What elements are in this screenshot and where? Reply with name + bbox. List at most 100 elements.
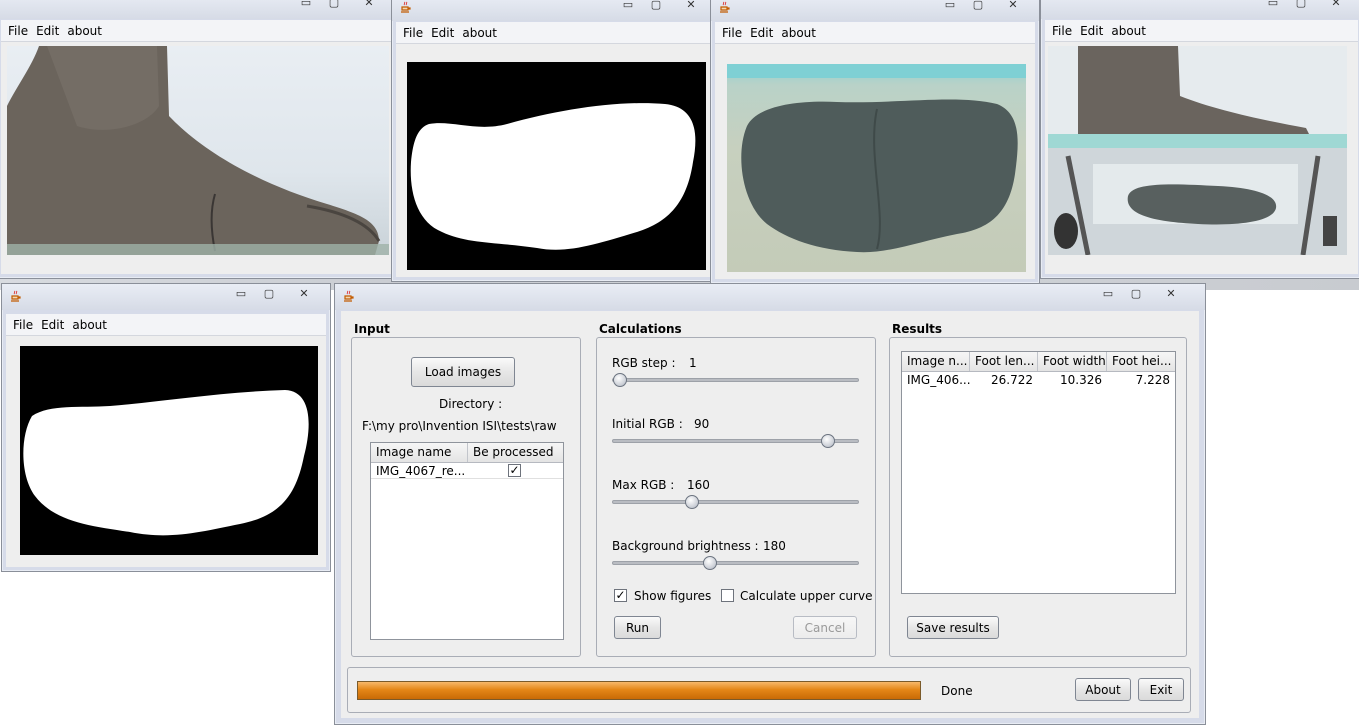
slider-thumb[interactable] (703, 556, 718, 570)
minimize-icon[interactable]: ▭ (1095, 285, 1121, 302)
column-header[interactable]: Be processed (468, 443, 563, 462)
show-figures-label[interactable]: Show figures (634, 589, 711, 603)
result-cell: 26.722 (991, 373, 1033, 387)
maximize-icon[interactable]: ▢ (256, 285, 282, 302)
minimize-icon[interactable]: ▭ (1260, 0, 1286, 11)
rgb-step-label: RGB step : (612, 356, 676, 370)
menu-edit[interactable]: Edit (427, 26, 458, 40)
menu-edit[interactable]: Edit (37, 318, 68, 332)
input-title: Input (354, 322, 390, 336)
image-panel (396, 44, 713, 277)
result-cell: IMG_406... (907, 373, 970, 387)
menu-file[interactable]: File (4, 24, 32, 38)
menu-edit[interactable]: Edit (1076, 24, 1107, 38)
slider-thumb[interactable] (820, 434, 835, 448)
result-cell: 7.228 (1135, 373, 1170, 387)
title-bar[interactable]: ▭ ▢ ✕ (392, 0, 717, 21)
upper-curve-checkbox[interactable] (721, 589, 734, 602)
side-view-window: ▭ ▢ ✕ File Edit about (0, 0, 396, 279)
menu-bar: File Edit about (396, 22, 713, 44)
maximize-icon[interactable]: ▢ (643, 0, 669, 13)
menu-file[interactable]: File (1048, 24, 1076, 38)
load-images-button[interactable]: Load images (411, 357, 515, 387)
main-window: ▭ ▢ ✕ Input Load images Directory : F:\m… (334, 283, 1206, 725)
menu-about[interactable]: about (777, 26, 820, 40)
menu-file[interactable]: File (718, 26, 746, 40)
minimize-icon[interactable]: ▭ (615, 0, 641, 13)
slider-thumb[interactable] (684, 495, 699, 509)
table-row[interactable]: IMG_406... 26.722 10.326 7.228 (902, 372, 1175, 388)
title-bar[interactable]: ▭ ▢ ✕ (1041, 0, 1359, 19)
result-cell: 10.326 (1060, 373, 1102, 387)
menu-about[interactable]: about (63, 24, 106, 38)
minimize-icon[interactable]: ▭ (293, 0, 319, 11)
menu-about[interactable]: about (1107, 24, 1150, 38)
image-panel (1045, 42, 1358, 274)
close-icon[interactable]: ✕ (993, 0, 1033, 13)
be-processed-checkbox[interactable]: ✓ (508, 464, 521, 477)
upper-curve-label[interactable]: Calculate upper curve (740, 589, 872, 603)
rgb-step-slider[interactable] (612, 372, 859, 388)
directory-label: Directory : (439, 397, 503, 411)
title-bar[interactable]: ▭ ▢ ✕ (0, 0, 395, 19)
slider-track (612, 561, 859, 565)
menu-about[interactable]: about (458, 26, 501, 40)
title-bar[interactable]: ▭ ▢ ✕ (2, 284, 330, 310)
image-panel (6, 336, 326, 567)
initial-rgb-slider[interactable] (612, 433, 859, 449)
title-bar[interactable]: ▭ ▢ ✕ (711, 0, 1039, 21)
java-icon (344, 290, 354, 302)
menu-file[interactable]: File (399, 26, 427, 40)
foot-sole-photo (727, 64, 1026, 272)
menu-bar: File Edit about (1045, 20, 1358, 42)
menu-edit[interactable]: Edit (746, 26, 777, 40)
exit-button[interactable]: Exit (1138, 678, 1184, 701)
minimize-icon[interactable]: ▭ (937, 0, 963, 13)
slider-track (612, 500, 859, 504)
menu-edit[interactable]: Edit (32, 24, 63, 38)
setup-view-window: ▭ ▢ ✕ File Edit about (1040, 0, 1359, 279)
foot-side-photo (7, 46, 389, 255)
java-icon (720, 1, 730, 13)
menu-about[interactable]: about (68, 318, 111, 332)
maximize-icon[interactable]: ▢ (1123, 285, 1149, 302)
save-results-button[interactable]: Save results (907, 616, 999, 639)
show-figures-checkbox[interactable]: ✓ (614, 589, 627, 602)
column-header[interactable]: Image n... (902, 352, 970, 371)
close-icon[interactable]: ✕ (1151, 285, 1191, 302)
mask-top-window: ▭ ▢ ✕ File Edit about (391, 0, 718, 282)
mask-bottom-window: ▭ ▢ ✕ File Edit about (1, 283, 331, 572)
progress-bar (357, 681, 921, 700)
main-content: Input Load images Directory : F:\my pro\… (341, 311, 1199, 718)
close-icon[interactable]: ✕ (349, 0, 389, 11)
scanner-setup-photo (1048, 46, 1347, 255)
max-rgb-slider[interactable] (612, 494, 859, 510)
maximize-icon[interactable]: ▢ (1288, 0, 1314, 11)
max-rgb-value: 160 (687, 478, 710, 492)
column-header[interactable]: Image name (371, 443, 468, 462)
about-button[interactable]: About (1075, 678, 1131, 701)
background-brightness-slider[interactable] (612, 555, 859, 571)
menu-bar: File Edit about (1, 20, 391, 42)
run-button[interactable]: Run (614, 616, 661, 639)
progress-fill (358, 682, 920, 699)
menu-bar: File Edit about (715, 22, 1035, 44)
cancel-button[interactable]: Cancel (793, 616, 857, 639)
column-header[interactable]: Foot hei... (1107, 352, 1175, 371)
processed-cell: ✓ (468, 463, 563, 478)
maximize-icon[interactable]: ▢ (321, 0, 347, 11)
column-header[interactable]: Foot width (1038, 352, 1107, 371)
directory-path: F:\my pro\Invention ISI\tests\raw (362, 419, 557, 433)
maximize-icon[interactable]: ▢ (965, 0, 991, 13)
column-header[interactable]: Foot len... (970, 352, 1038, 371)
minimize-icon[interactable]: ▭ (228, 285, 254, 302)
slider-thumb[interactable] (613, 373, 627, 387)
table-row[interactable]: IMG_4067_re... ✓ (371, 463, 563, 479)
close-icon[interactable]: ✕ (284, 285, 324, 302)
close-icon[interactable]: ✕ (671, 0, 711, 13)
title-bar[interactable]: ▭ ▢ ✕ (335, 284, 1205, 310)
max-rgb-label: Max RGB : (612, 478, 675, 492)
close-icon[interactable]: ✕ (1316, 0, 1356, 11)
initial-rgb-label: Initial RGB : (612, 417, 683, 431)
menu-file[interactable]: File (9, 318, 37, 332)
